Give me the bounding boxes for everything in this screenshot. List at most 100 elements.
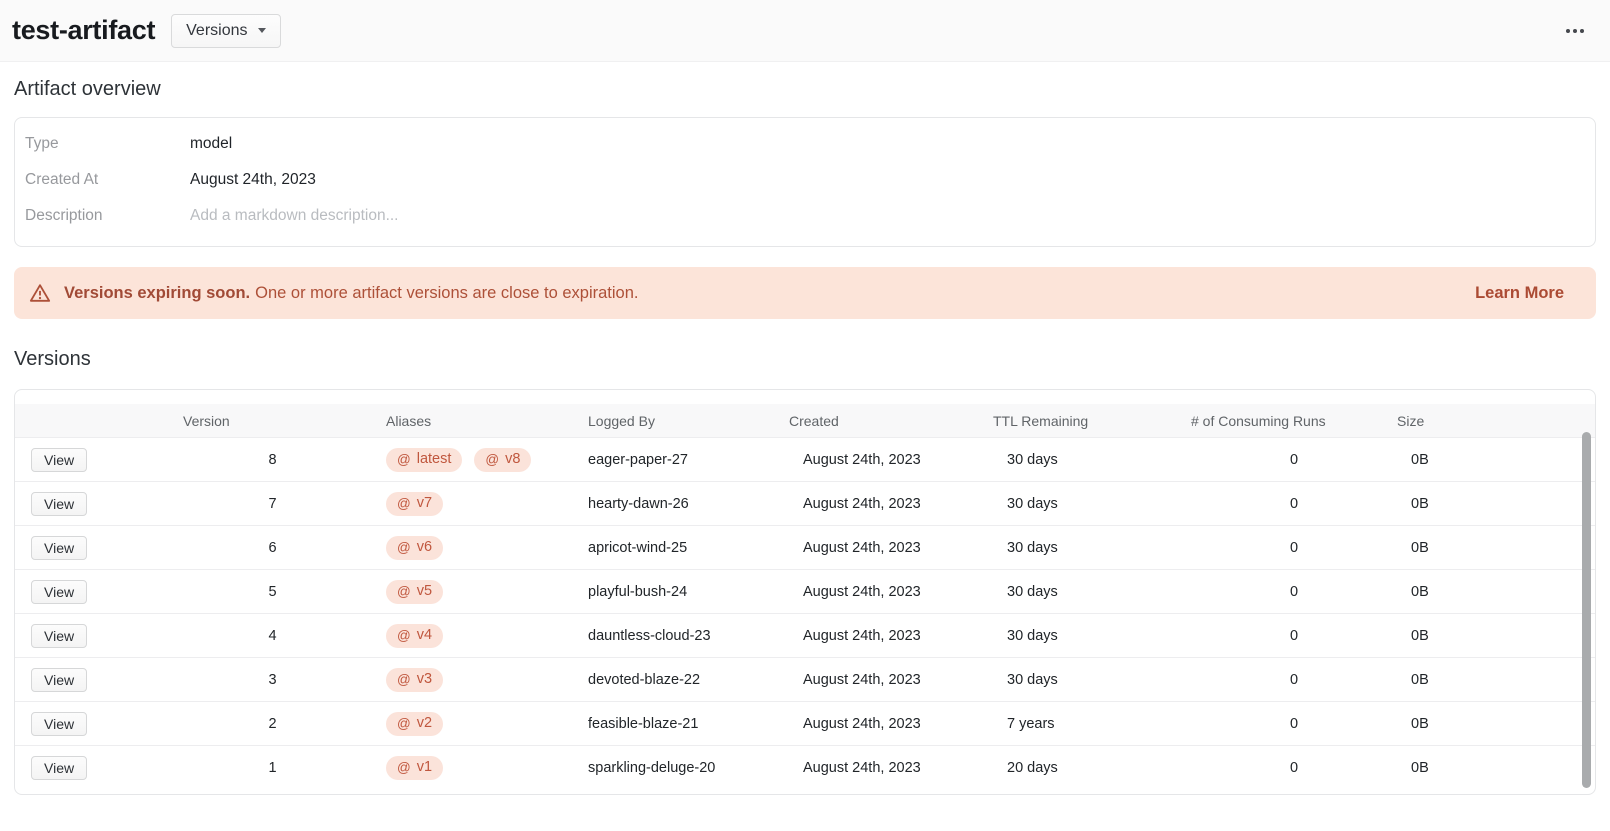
alias-label: v6 (417, 539, 432, 556)
chevron-down-icon (258, 28, 266, 33)
aliases-cell: @v7 (386, 492, 588, 516)
consuming-runs-count: 0 (1191, 584, 1397, 600)
alert-message: One or more artifact versions are close … (255, 284, 638, 302)
alert-title: Versions expiring soon. (64, 284, 250, 302)
consuming-runs-count: 0 (1191, 628, 1397, 644)
view-button[interactable]: View (31, 536, 87, 560)
logged-by: dauntless-cloud-23 (588, 628, 789, 644)
type-label: Type (25, 135, 190, 153)
created-date: August 24th, 2023 (789, 452, 993, 468)
action-cell: View (15, 756, 183, 780)
column-header-consuming-runs: # of Consuming Runs (1191, 413, 1397, 429)
type-field-row: Type model (25, 126, 1583, 162)
created-date: August 24th, 2023 (789, 496, 993, 512)
version-number: 8 (183, 452, 386, 468)
consuming-runs-count: 0 (1191, 672, 1397, 688)
column-header-ttl-remaining: TTL Remaining (993, 413, 1191, 429)
vertical-scrollbar-thumb[interactable] (1582, 432, 1591, 788)
at-icon: @ (397, 715, 411, 732)
versions-dropdown-label: Versions (186, 22, 247, 40)
version-number: 5 (183, 584, 386, 600)
aliases-cell: @ v3 (386, 668, 588, 692)
version-number: 4 (183, 628, 386, 644)
at-icon: @ (397, 583, 411, 600)
aliases-cell: @ v6 (386, 536, 588, 560)
at-icon: @ (397, 627, 411, 644)
ttl-remaining: 7 years (993, 716, 1191, 732)
action-cell: View (15, 580, 183, 604)
alias-label: v5 (417, 583, 432, 600)
alias-badge: @ v6 (386, 536, 443, 560)
warning-icon (29, 283, 51, 303)
view-button[interactable]: View (31, 668, 87, 692)
action-cell: View (15, 448, 183, 472)
consuming-runs-count: 0 (1191, 452, 1397, 468)
logged-by: sparkling-deluge-20 (588, 760, 789, 776)
alias-badge: @v7 (386, 492, 443, 516)
action-cell: View (15, 668, 183, 692)
overflow-menu-icon[interactable] (1564, 23, 1586, 39)
alias-label: v4 (417, 627, 432, 644)
view-button[interactable]: View (31, 492, 87, 516)
alias-badge: @ v5 (386, 580, 443, 604)
column-header-size: Size (1397, 413, 1595, 429)
view-button[interactable]: View (31, 624, 87, 648)
at-icon: @ (397, 451, 411, 468)
expiration-alert-banner: Versions expiring soon. One or more artif… (14, 267, 1596, 319)
version-size: 0B (1397, 672, 1595, 688)
alias-label: v2 (417, 715, 432, 732)
version-size: 0B (1397, 760, 1595, 776)
alias-badge: @ v2 (386, 712, 443, 736)
ttl-remaining: 30 days (993, 496, 1191, 512)
consuming-runs-count: 0 (1191, 540, 1397, 556)
column-header-aliases: Aliases (386, 413, 588, 429)
action-cell: View (15, 492, 183, 516)
table-row: View 1 @v1 sparkling-deluge-20 August 24… (15, 745, 1595, 789)
alias-label: v3 (417, 671, 432, 688)
table-row: View 4 @ v4 dauntless-cloud-23 August 24t… (15, 613, 1595, 657)
version-number: 6 (183, 540, 386, 556)
consuming-runs-count: 0 (1191, 716, 1397, 732)
ttl-remaining: 30 days (993, 628, 1191, 644)
table-row: View 6 @v6 apricot-wind-25 August 24th, … (15, 525, 1595, 569)
description-input[interactable]: Add a markdown description... (190, 207, 1583, 225)
overview-section-title: Artifact overview (14, 77, 1596, 101)
created-date: August 24th, 2023 (789, 540, 993, 556)
type-value: model (190, 135, 232, 153)
view-button[interactable]: View (31, 580, 87, 604)
version-size: 0B (1397, 452, 1595, 468)
learn-more-link[interactable]: Learn More (1475, 284, 1564, 303)
main-content: Artifact overview Type model Created At … (0, 77, 1610, 795)
logged-by: feasible-blaze-21 (588, 716, 789, 732)
created-at-value: August 24th, 2023 (190, 171, 316, 189)
view-button[interactable]: View (31, 448, 87, 472)
at-icon: @ (397, 759, 411, 776)
version-number: 2 (183, 716, 386, 732)
column-header-version: Version (183, 413, 386, 429)
view-button[interactable]: View (31, 756, 87, 780)
at-icon: @ (397, 671, 411, 688)
at-icon: @ (485, 451, 499, 468)
table-row: View 2 @v2 feasible-blaze-21 August 24th… (15, 701, 1595, 745)
aliases-cell: @ v1 (386, 756, 588, 780)
top-bar: test-artifact Versions (0, 0, 1610, 62)
ttl-remaining: 30 days (993, 672, 1191, 688)
alias-label: v1 (417, 759, 432, 776)
created-at-field-row: Created At August 24th, 2023 (25, 162, 1583, 198)
version-size: 0B (1397, 584, 1595, 600)
logged-by: devoted-blaze-22 (588, 672, 789, 688)
logged-by: hearty-dawn-26 (588, 496, 789, 512)
version-number: 3 (183, 672, 386, 688)
created-date: August 24th, 2023 (789, 672, 993, 688)
created-date: August 24th, 2023 (789, 760, 993, 776)
action-cell: View (15, 712, 183, 736)
view-button[interactable]: View (31, 712, 87, 736)
at-icon: @ (397, 539, 411, 556)
created-date: August 24th, 2023 (789, 628, 993, 644)
versions-dropdown-button[interactable]: Versions (171, 14, 280, 48)
consuming-runs-count: 0 (1191, 496, 1397, 512)
consuming-runs-count: 0 (1191, 760, 1397, 776)
overview-card: Type model Created At August 24th, 2023 … (14, 117, 1596, 247)
table-header-row: Version Aliases Logged By Created TTL Re… (15, 404, 1595, 437)
ttl-remaining: 30 days (993, 452, 1191, 468)
